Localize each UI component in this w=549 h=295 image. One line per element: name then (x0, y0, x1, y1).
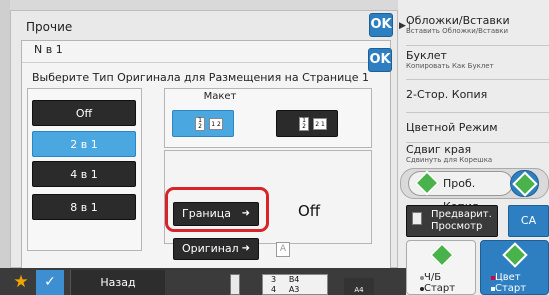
bw-start-label: Ч/Б Старт (420, 272, 455, 294)
menu-item-title: 2-Стор. Копия (406, 88, 488, 101)
divider (22, 62, 368, 63)
original-orientation-icon[interactable]: A (276, 242, 290, 257)
menu-item-booklet[interactable]: Буклет Копировать Как Буклет (406, 47, 549, 80)
scan-icon (230, 274, 240, 295)
panel-ok-button[interactable]: OK (369, 13, 393, 37)
menu-item-subtitle: Копировать Как Буклет (406, 62, 494, 70)
copier-screen: Прочие OK N в 1 OK Выберите Тип Оригинал… (0, 0, 549, 295)
page-layout-icon: 2 1 (313, 118, 327, 130)
preview-label-line2: Просмотр (431, 221, 483, 232)
menu-item-title: Обложки/Вставки (406, 14, 510, 27)
clear-all-button[interactable]: CA (508, 205, 549, 237)
layout-left-to-right-button[interactable]: 12 1 2 (172, 110, 234, 137)
arrow-right-icon: ➜ (241, 208, 250, 219)
menu-item-subtitle: Вставить Обложки/Вставки (406, 27, 509, 35)
layout-label: Макет (203, 91, 237, 102)
page-layout-icon: 1 2 (209, 118, 223, 130)
border-button-label: Граница (182, 207, 232, 220)
border-value: Off (298, 202, 321, 220)
border-button[interactable]: Граница ➜ (173, 202, 259, 226)
page-stack-icon: 12 (299, 117, 309, 131)
dialog-title: N в 1 (34, 43, 63, 56)
option-4-in-1-button[interactable]: 4 в 1 (32, 161, 136, 187)
layout-right-to-left-button[interactable]: 12 2 1 (276, 110, 338, 137)
dialog-ok-button[interactable]: OK (368, 48, 392, 72)
back-button[interactable]: Назад (70, 270, 165, 295)
panel-title: Прочие (26, 20, 73, 34)
output-size-badge: A4 (344, 278, 374, 295)
menu-item-title: Цветной Режим (406, 121, 498, 134)
original-button[interactable]: Оригинал ➜ (173, 238, 259, 260)
dialog-prompt: Выберите Тип Оригинала для Размещения на… (32, 71, 370, 84)
favorite-star-icon[interactable]: ★ (10, 270, 32, 295)
color-start-label: Цвет Старт (491, 272, 526, 294)
preview-label-line1: Предварит. (431, 209, 492, 220)
original-button-label: Оригинал (182, 242, 239, 255)
menu-item-subtitle: Сдвинуть для Корешка (406, 156, 493, 164)
page-stack-icon: 12 (195, 117, 205, 131)
preview-icon (412, 212, 422, 225)
option-2-in-1-button[interactable]: 2 в 1 (32, 131, 136, 157)
menu-item-duplex[interactable]: 2-Стор. Копия (406, 80, 549, 113)
menu-item-title: Сдвиг края (406, 143, 472, 156)
menu-item-covers[interactable]: Обложки/Вставки Вставить Обложки/Вставки (406, 14, 549, 46)
paper-tray-status: 3 B4 4 A3 (262, 274, 328, 295)
check-icon[interactable]: ✓ (36, 270, 64, 295)
option-8-in-1-button[interactable]: 8 в 1 (32, 194, 136, 220)
menu-item-margin-shift[interactable]: Сдвиг края Сдвинуть для Корешка (406, 143, 549, 168)
arrow-right-icon: ➜ (241, 243, 250, 254)
menu-item-title: Буклет (406, 49, 447, 62)
left-strip (0, 0, 10, 295)
option-off-button[interactable]: Off (32, 100, 136, 126)
menu-item-color-mode[interactable]: Цветной Режим (406, 113, 549, 143)
